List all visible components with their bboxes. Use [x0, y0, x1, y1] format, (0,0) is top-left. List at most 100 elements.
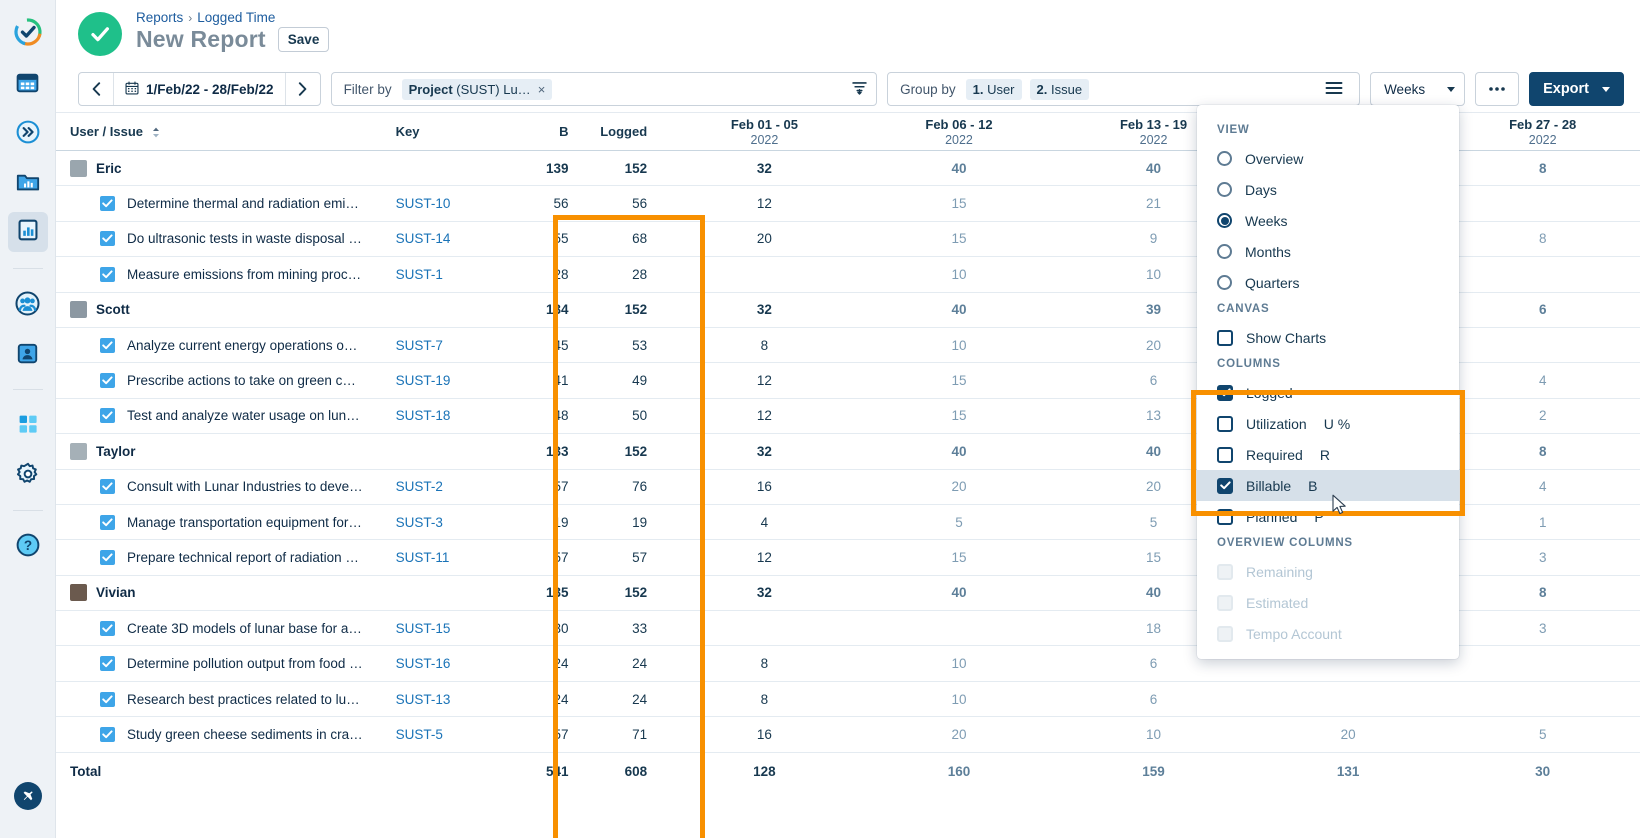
cell-week-1: 15 — [862, 186, 1057, 221]
page-title[interactable]: New Report — [136, 26, 266, 53]
column-header-user-issue[interactable]: User / Issue — [56, 113, 382, 151]
issue-checkbox[interactable] — [100, 621, 115, 636]
group-by-control[interactable]: Group by 1. User 2. Issue — [887, 72, 1360, 106]
cell-key[interactable]: SUST-16 — [382, 646, 511, 681]
menu-item-view-overview[interactable]: Overview — [1197, 143, 1459, 174]
menu-item-label: Remaining — [1246, 564, 1313, 580]
issue-checkbox[interactable] — [100, 550, 115, 565]
view-options-menu[interactable]: VIEW OverviewDaysWeeksMonthsQuarters CAN… — [1197, 105, 1459, 659]
export-button[interactable]: Export — [1529, 72, 1624, 106]
issue-checkbox[interactable] — [100, 408, 115, 423]
menu-item-abbr: R — [1320, 447, 1330, 463]
chevrons-right-icon[interactable] — [8, 112, 48, 152]
menu-item-column-billable[interactable]: BillableB — [1197, 470, 1459, 501]
checkbox-icon[interactable] — [1217, 330, 1233, 346]
cell-key[interactable]: SUST-7 — [382, 327, 511, 362]
overview-columns-option-list: RemainingEstimatedTempo Account — [1197, 556, 1459, 649]
menu-item-label: Tempo Account — [1246, 626, 1342, 642]
cell-week-4: 1 — [1445, 504, 1640, 539]
menu-item-view-quarters[interactable]: Quarters — [1197, 267, 1459, 298]
sort-icon[interactable] — [152, 127, 160, 138]
issue-checkbox[interactable] — [100, 267, 115, 282]
column-header-billable[interactable]: B — [511, 113, 583, 151]
chevron-down-icon — [1447, 87, 1455, 92]
filter-chip-project[interactable]: Project (SUST) Lu… × — [402, 79, 553, 100]
menu-item-view-days[interactable]: Days — [1197, 174, 1459, 205]
more-options-button[interactable] — [1475, 72, 1519, 106]
cell-user-issue: Consult with Lunar Industries to devel… — [56, 469, 382, 504]
breadcrumb-link-reports[interactable]: Reports — [136, 10, 183, 25]
checkbox-icon[interactable] — [1217, 478, 1233, 494]
previous-period-button[interactable] — [79, 73, 113, 105]
menu-item-view-weeks[interactable]: Weeks — [1197, 205, 1459, 236]
advanced-filter-icon[interactable] — [851, 79, 868, 99]
menu-item-column-utilization[interactable]: UtilizationU % — [1197, 408, 1459, 439]
gear-icon[interactable] — [8, 454, 48, 494]
cell-user-issue: Taylor — [56, 434, 382, 469]
issue-checkbox[interactable] — [100, 373, 115, 388]
menu-item-view-months[interactable]: Months — [1197, 236, 1459, 267]
cell-week-4: 8 — [1445, 221, 1640, 256]
filter-bar[interactable]: Filter by Project (SUST) Lu… × — [331, 72, 878, 106]
radio-icon[interactable] — [1217, 213, 1232, 228]
issue-checkbox[interactable] — [100, 515, 115, 530]
cell-week-4: 2 — [1445, 398, 1640, 433]
checkbox-icon[interactable] — [1217, 447, 1233, 463]
checkbox-icon[interactable] — [1217, 416, 1233, 432]
tempo-logo-icon[interactable] — [8, 12, 48, 52]
cell-key[interactable]: SUST-14 — [382, 221, 511, 256]
apps-grid-icon[interactable] — [8, 404, 48, 444]
cell-week-4: 3 — [1445, 540, 1640, 575]
cell-key — [382, 434, 511, 469]
radio-icon[interactable] — [1217, 182, 1232, 197]
cell-key[interactable]: SUST-19 — [382, 363, 511, 398]
cell-key[interactable]: SUST-18 — [382, 398, 511, 433]
menu-item-column-planned[interactable]: PlannedP — [1197, 501, 1459, 532]
period-select[interactable]: Weeks — [1370, 72, 1465, 106]
menu-item-abbr: B — [1308, 478, 1317, 494]
cell-week-4: 30 — [1445, 752, 1640, 790]
next-period-button[interactable] — [286, 73, 320, 105]
calendar-icon[interactable] — [8, 62, 48, 102]
cell-key[interactable]: SUST-3 — [382, 504, 511, 539]
menu-item-show-charts[interactable]: Show Charts — [1197, 322, 1459, 353]
issue-summary: Prepare technical report of radiation e… — [127, 550, 363, 565]
cell-key[interactable]: SUST-11 — [382, 540, 511, 575]
column-header-key[interactable]: Key — [382, 113, 511, 151]
group-by-chip-issue[interactable]: 2. Issue — [1030, 79, 1090, 100]
issue-checkbox[interactable] — [100, 479, 115, 494]
group-by-chip-user[interactable]: 1. User — [966, 79, 1022, 100]
help-question-icon[interactable]: ? — [8, 525, 48, 565]
cell-key[interactable]: SUST-13 — [382, 681, 511, 716]
cell-key[interactable]: SUST-2 — [382, 469, 511, 504]
column-header-user-issue-label: User / Issue — [70, 124, 143, 139]
teams-icon[interactable] — [8, 283, 48, 323]
menu-item-column-logged[interactable]: Logged — [1197, 377, 1459, 408]
issue-checkbox[interactable] — [100, 656, 115, 671]
issue-checkbox[interactable] — [100, 692, 115, 707]
cell-key[interactable]: SUST-10 — [382, 186, 511, 221]
menu-item-column-required[interactable]: RequiredR — [1197, 439, 1459, 470]
filter-chip-remove-icon[interactable]: × — [538, 82, 546, 97]
save-button[interactable]: Save — [278, 27, 330, 52]
sidebar-item-reports[interactable] — [8, 212, 48, 252]
cell-key[interactable]: SUST-5 — [382, 717, 511, 752]
date-range-picker[interactable]: 1/Feb/22 - 28/Feb/22 — [78, 72, 321, 106]
list-options-icon[interactable] — [1315, 80, 1349, 99]
folder-reports-icon[interactable] — [8, 162, 48, 202]
accounts-person-icon[interactable] — [8, 333, 48, 373]
checkbox-icon[interactable] — [1217, 385, 1233, 401]
column-header-logged[interactable]: Logged — [583, 113, 668, 151]
radio-icon[interactable] — [1217, 244, 1232, 259]
pin-icon[interactable] — [8, 776, 48, 816]
radio-icon[interactable] — [1217, 151, 1232, 166]
checkbox-icon[interactable] — [1217, 509, 1233, 525]
cell-key[interactable]: SUST-15 — [382, 611, 511, 646]
issue-checkbox[interactable] — [100, 727, 115, 742]
issue-checkbox[interactable] — [100, 338, 115, 353]
date-range-value[interactable]: 1/Feb/22 - 28/Feb/22 — [113, 73, 286, 105]
issue-checkbox[interactable] — [100, 196, 115, 211]
issue-checkbox[interactable] — [100, 231, 115, 246]
radio-icon[interactable] — [1217, 275, 1232, 290]
cell-key[interactable]: SUST-1 — [382, 257, 511, 292]
